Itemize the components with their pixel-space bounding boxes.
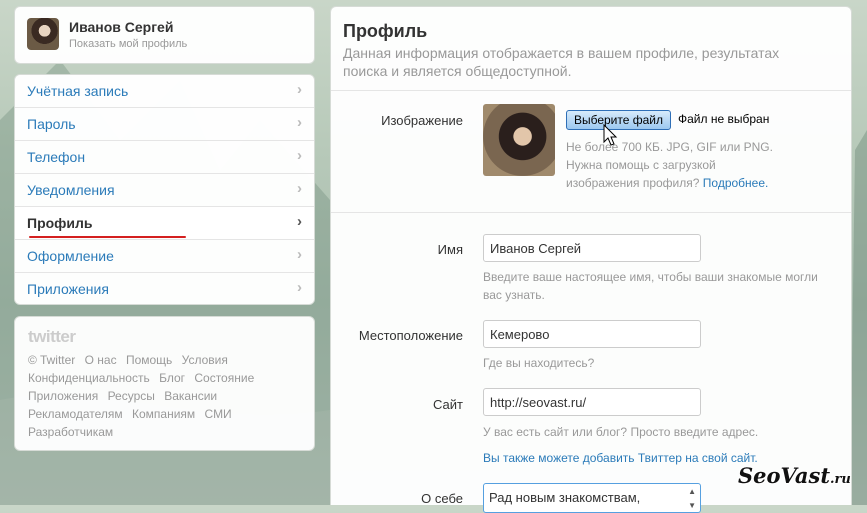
footer-link[interactable]: © Twitter	[28, 353, 75, 367]
settings-nav: Учётная запись › Пароль › Телефон › Увед…	[14, 74, 315, 305]
footer-link[interactable]: Вакансии	[164, 389, 217, 403]
name-input[interactable]: Иванов Сергей	[483, 234, 701, 262]
site-label: Сайт	[433, 397, 463, 412]
twitter-logo: twitter	[28, 327, 76, 346]
scroll-up-icon[interactable]: ▲	[688, 487, 696, 496]
watermark-suffix: .ru	[830, 472, 851, 487]
nav-item-label: Телефон	[27, 149, 86, 165]
footer-link[interactable]: Ресурсы	[108, 389, 155, 403]
location-input[interactable]: Кемерово	[483, 320, 701, 348]
site-input[interactable]: http://seovast.ru/	[483, 388, 701, 416]
name-label: Имя	[437, 242, 463, 257]
chevron-right-icon: ›	[297, 246, 302, 263]
location-hint: Где вы находитесь?	[483, 356, 595, 370]
bio-text: Рад новым знакомствам,	[489, 490, 641, 505]
scroll-down-icon[interactable]: ▼	[688, 501, 696, 510]
site-watermark: SeoVast.ru	[738, 463, 851, 488]
footer-link[interactable]: Разработчикам	[28, 425, 113, 439]
nav-item-label: Пароль	[27, 116, 76, 132]
footer-link[interactable]: Состояние	[194, 371, 254, 385]
footer-link[interactable]: Рекламодателям	[28, 407, 123, 421]
nav-item-apps[interactable]: Приложения ›	[15, 273, 314, 304]
footer-link[interactable]: СМИ	[205, 407, 232, 421]
watermark-main: SeoVast	[738, 463, 831, 488]
show-profile-link[interactable]: Показать мой профиль	[69, 38, 187, 50]
chevron-right-icon: ›	[297, 114, 302, 131]
nav-item-phone[interactable]: Телефон ›	[15, 141, 314, 174]
nav-item-notifications[interactable]: Уведомления ›	[15, 174, 314, 207]
chevron-right-icon: ›	[297, 180, 302, 197]
nav-item-label: Оформление	[27, 248, 114, 264]
image-hint: Не более 700 КБ. JPG, GIF или PNG. Нужна…	[566, 138, 791, 192]
file-status: Файл не выбран	[678, 112, 770, 126]
chevron-right-icon: ›	[297, 213, 302, 230]
location-label: Местоположение	[358, 328, 463, 343]
chevron-right-icon: ›	[297, 147, 302, 164]
annotation-underline	[29, 236, 186, 238]
nav-item-label: Учётная запись	[27, 83, 129, 99]
chevron-right-icon: ›	[297, 81, 302, 98]
user-name[interactable]: Иванов Сергей	[69, 19, 173, 35]
footer-link[interactable]: Приложения	[28, 389, 98, 403]
bio-textarea[interactable]: Рад новым знакомствам, ▲ ▼	[483, 483, 701, 513]
nav-item-label: Профиль	[27, 215, 93, 231]
footer-link[interactable]: Помощь	[126, 353, 172, 367]
user-card[interactable]: Иванов Сергей Показать мой профиль	[14, 6, 315, 64]
divider	[331, 212, 851, 213]
nav-item-design[interactable]: Оформление ›	[15, 240, 314, 273]
footer-link[interactable]: Конфиденциальность	[28, 371, 150, 385]
site-hint: У вас есть сайт или блог? Просто введите…	[483, 425, 759, 439]
bio-label: О себе	[421, 491, 463, 506]
footer-links: © Twitter О нас Помощь Условия Конфиденц…	[28, 351, 308, 441]
profile-panel: Профиль Данная информация отображается в…	[330, 6, 852, 513]
footer-link[interactable]: О нас	[85, 353, 117, 367]
image-label: Изображение	[381, 113, 463, 128]
nav-item-password[interactable]: Пароль ›	[15, 108, 314, 141]
chevron-right-icon: ›	[297, 279, 302, 296]
add-twitter-to-site-link[interactable]: Вы также можете добавить Твиттер на свой…	[483, 451, 758, 465]
name-hint: Введите ваше настоящее имя, чтобы ваши з…	[483, 270, 818, 302]
footer-link[interactable]: Условия	[182, 353, 228, 367]
user-avatar[interactable]	[27, 18, 59, 50]
profile-photo	[483, 104, 555, 176]
page-title: Профиль	[343, 21, 428, 41]
footer-link[interactable]: Блог	[159, 371, 185, 385]
footer-panel: twitter © Twitter О нас Помощь Условия К…	[14, 316, 315, 451]
nav-item-label: Уведомления	[27, 182, 115, 198]
nav-item-account[interactable]: Учётная запись ›	[15, 75, 314, 108]
footer-link[interactable]: Компаниям	[132, 407, 195, 421]
divider	[331, 90, 851, 91]
learn-more-link[interactable]: Подробнее.	[703, 176, 769, 190]
page-description: Данная информация отображается в вашем п…	[343, 45, 780, 79]
nav-item-label: Приложения	[27, 281, 109, 297]
